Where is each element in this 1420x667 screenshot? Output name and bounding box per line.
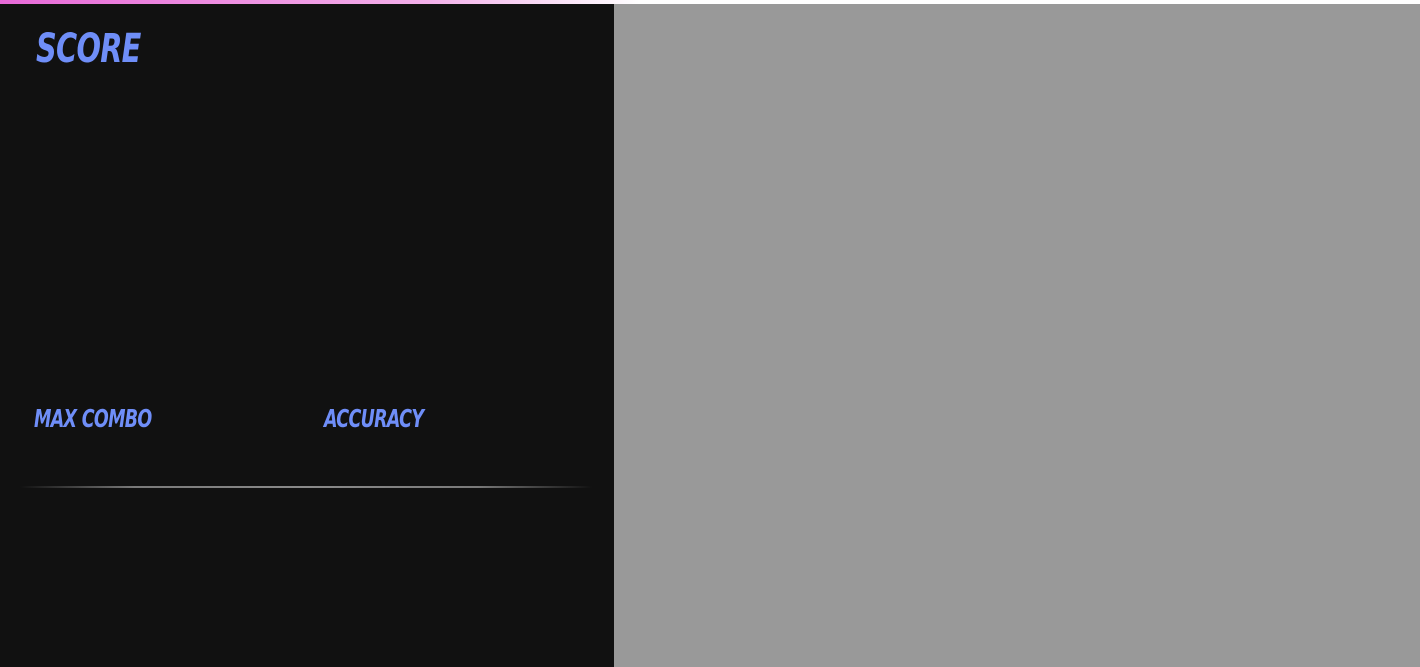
max-combo-label: MAX COMBO (34, 404, 152, 433)
beatmap-preview-panel (614, 4, 1420, 667)
score-label: SCORE (36, 26, 141, 72)
results-panel (0, 4, 614, 667)
accuracy-label: ACCURACY (324, 404, 424, 433)
results-divider (20, 486, 592, 488)
